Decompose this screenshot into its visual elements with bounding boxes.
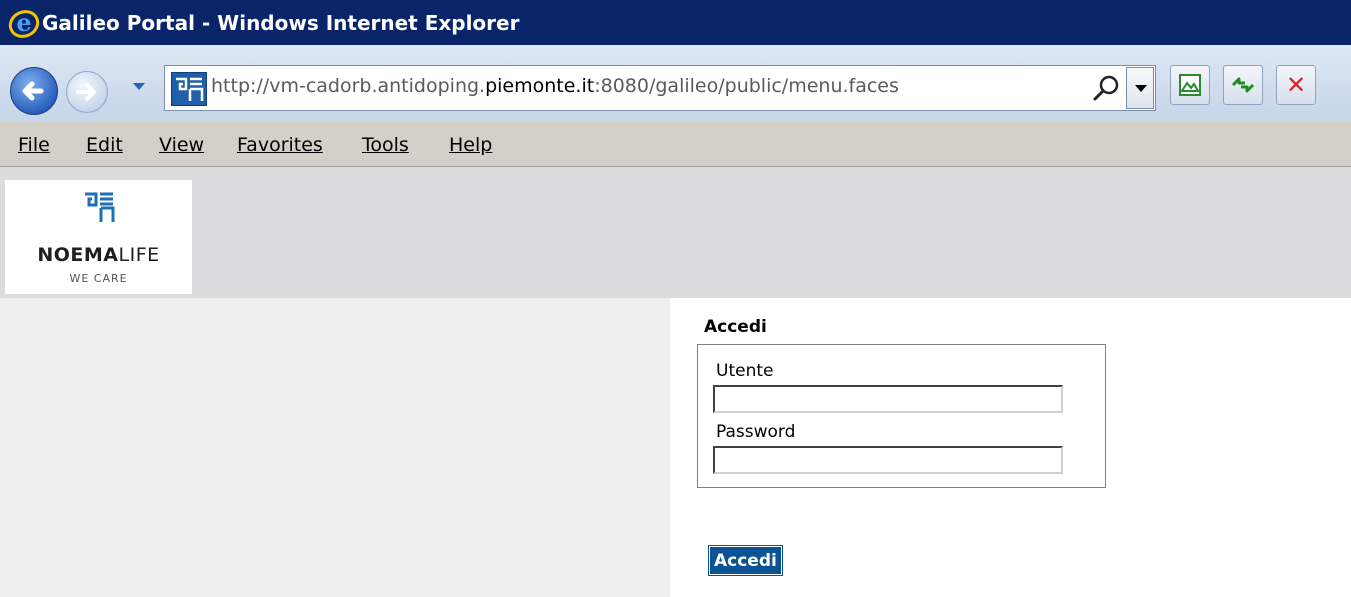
refresh-button[interactable] [1223,65,1263,105]
back-arrow-icon [22,81,44,101]
menu-help-label: Help [449,134,493,156]
menu-file[interactable]: File [18,134,50,156]
compatibility-view-icon [1179,74,1201,96]
menu-bar: File Edit View Favorites Tools Help [0,122,1351,167]
menu-view[interactable]: View [159,134,204,156]
navigation-bar: http://vm-cadorb.antidoping.piemonte.it:… [0,45,1351,122]
password-input[interactable] [713,446,1063,474]
logo-name-rest: LIFE [118,244,160,266]
url-prefix: http://vm-cadorb.antidoping. [211,75,486,97]
window-title: Galileo Portal - Windows Internet Explor… [42,10,520,35]
login-title: Accedi [704,317,767,337]
username-label: Utente [716,361,774,381]
search-icon[interactable] [1090,71,1124,105]
svg-text:e: e [16,8,31,37]
noemalife-logo-icon [85,192,115,222]
logo-name: NOEMALIFE [5,244,192,266]
forward-arrow-icon [76,83,96,101]
login-form: Utente Password [697,344,1106,488]
recent-pages-dropdown[interactable] [133,83,145,90]
menu-favorites-label: Favorites [237,134,323,156]
window-titlebar: e Galileo Portal - Windows Internet Expl… [0,0,1351,45]
compatibility-view-button[interactable] [1170,65,1210,105]
internet-explorer-icon: e [8,7,40,39]
noemalife-logo: NOEMALIFE WE CARE [5,180,192,294]
menu-tools[interactable]: Tools [362,134,409,156]
site-favicon-icon [171,72,207,106]
url-domain: piemonte.it [485,75,595,97]
logo-name-strong: NOEMA [37,244,119,266]
logo-tagline: WE CARE [69,272,128,285]
forward-button[interactable] [66,71,108,113]
menu-help[interactable]: Help [449,134,492,156]
menu-favorites[interactable]: Favorites [237,134,323,156]
left-panel [0,298,670,597]
login-button[interactable]: Accedi [708,545,783,576]
password-label: Password [716,422,796,442]
menu-edit-label: Edit [86,134,123,156]
username-input[interactable] [713,385,1063,413]
menu-tools-label: Tools [362,134,409,156]
address-url[interactable]: http://vm-cadorb.antidoping.piemonte.it:… [211,75,899,97]
page-content: NOEMALIFE WE CARE Accedi Utente Password… [0,167,1351,597]
menu-edit[interactable]: Edit [86,134,123,156]
stop-icon: ✕ [1285,71,1307,99]
address-bar[interactable]: http://vm-cadorb.antidoping.piemonte.it:… [164,65,1156,111]
menu-file-label: File [18,134,50,156]
url-suffix: :8080/galileo/public/menu.faces [594,75,899,97]
menu-view-label: View [159,134,205,156]
page-header: NOEMALIFE WE CARE [0,167,1351,298]
stop-button[interactable]: ✕ [1276,65,1316,105]
address-dropdown-button[interactable] [1126,67,1154,109]
back-button[interactable] [10,67,58,115]
refresh-icon [1231,77,1255,93]
